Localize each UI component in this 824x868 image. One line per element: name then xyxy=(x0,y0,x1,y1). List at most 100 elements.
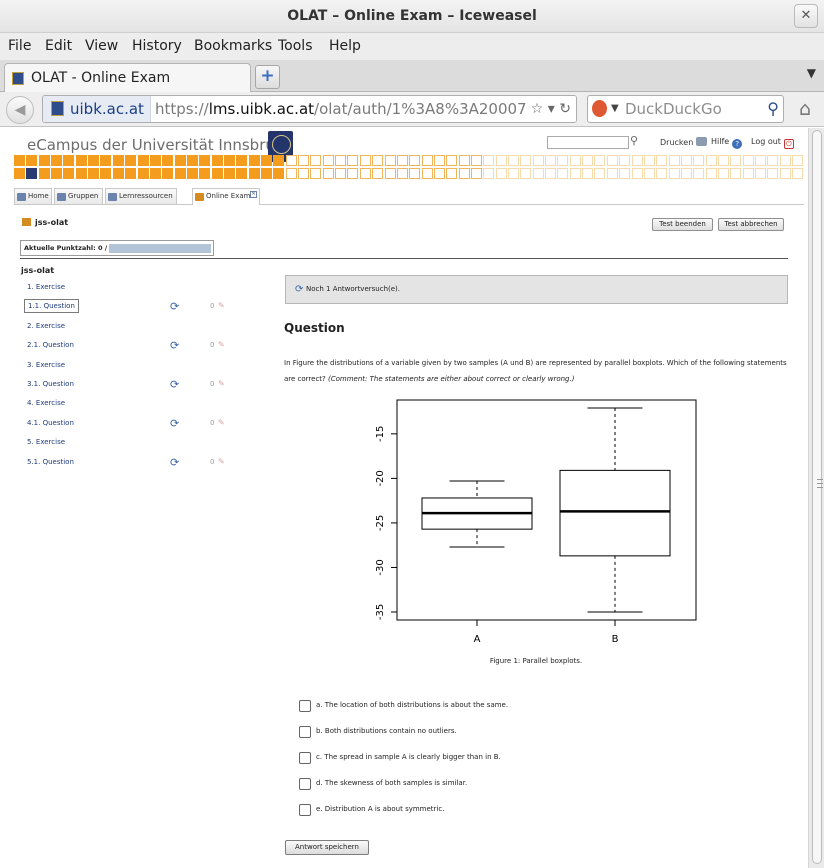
pattern-square xyxy=(656,155,668,166)
tab-lernressourcen[interactable]: Lernressourcen xyxy=(105,188,177,204)
pattern-square xyxy=(569,155,581,166)
tab-home[interactable]: Home xyxy=(14,188,52,204)
print-link[interactable]: Drucken xyxy=(660,137,708,147)
pattern-square xyxy=(594,155,606,166)
save-answer-button[interactable]: Antwort speichern xyxy=(285,840,369,855)
pattern-square xyxy=(223,168,235,179)
menu-question[interactable]: 2.1. Question xyxy=(27,341,74,349)
site-brand: eCampus der Universität Innsbruck xyxy=(27,136,292,154)
mark-icon[interactable]: ✎ xyxy=(218,457,225,466)
pattern-square xyxy=(335,155,347,166)
menu-file[interactable]: File xyxy=(8,38,31,54)
x-tick-label: B xyxy=(612,634,619,645)
reload-icon[interactable]: ↻ xyxy=(559,101,571,117)
site-identity-button[interactable]: uibk.ac.at xyxy=(43,96,151,122)
url-bar[interactable]: uibk.ac.at https://lms.uibk.ac.at/olat/au… xyxy=(42,95,577,123)
menu-question[interactable]: 5.1. Question xyxy=(27,458,74,466)
pattern-square xyxy=(359,155,371,166)
pattern-square xyxy=(520,168,532,179)
attempts-info-box: ⟳ Noch 1 Antwortversuch(e). xyxy=(285,275,788,304)
menu-exercise[interactable]: 3. Exercise xyxy=(27,361,65,369)
logout-link[interactable]: Log out ⏻ xyxy=(751,137,794,149)
attempts-text: Noch 1 Antwortversuch(e). xyxy=(306,285,400,293)
site-search-input[interactable] xyxy=(547,136,629,149)
search-icon[interactable]: ⚲ xyxy=(767,96,779,122)
pattern-square xyxy=(619,168,631,179)
answer-checkbox[interactable] xyxy=(299,804,311,816)
question-attempts-count: 0 xyxy=(210,418,215,427)
menu-exercise[interactable]: 2. Exercise xyxy=(27,322,65,330)
pattern-square xyxy=(186,155,198,166)
dropdown-arrow-icon[interactable]: ▾ xyxy=(548,101,555,117)
pattern-square xyxy=(545,155,557,166)
menu-help[interactable]: Help xyxy=(329,38,361,54)
pattern-square xyxy=(680,168,692,179)
new-tab-button[interactable]: + xyxy=(255,65,280,89)
answer-checkbox[interactable] xyxy=(299,700,311,712)
menu-bookmarks[interactable]: Bookmarks xyxy=(194,38,272,54)
back-button[interactable]: ◀ xyxy=(6,96,34,124)
pattern-square xyxy=(433,155,445,166)
mark-icon[interactable]: ✎ xyxy=(218,301,225,310)
navigation-bar: ◀ uibk.ac.at https://lms.uibk.ac.at/olat/… xyxy=(0,92,824,127)
pattern-square xyxy=(149,155,161,166)
menu-history[interactable]: History xyxy=(132,38,182,54)
end-test-button[interactable]: Test beenden xyxy=(652,218,713,231)
home-icon[interactable]: ⌂ xyxy=(793,97,817,121)
menu-exercise[interactable]: 4. Exercise xyxy=(27,399,65,407)
tab-online-exam[interactable]: Online Exam ✕ xyxy=(192,188,260,205)
site-tabs: Home Gruppen Lernressourcen Online Exam ✕ xyxy=(14,188,804,205)
scrollbar-thumb[interactable] xyxy=(812,130,823,864)
help-link[interactable]: Hilfe? xyxy=(711,137,743,149)
pattern-square xyxy=(384,155,396,166)
pattern-square xyxy=(310,155,322,166)
pattern-square xyxy=(285,155,297,166)
menu-tools[interactable]: Tools xyxy=(278,38,313,54)
answer-checkbox[interactable] xyxy=(299,778,311,790)
bookmark-star-icon[interactable]: ☆ xyxy=(531,101,544,117)
y-tick-label: -35 xyxy=(375,604,386,620)
menu-edit[interactable]: Edit xyxy=(45,38,72,54)
close-tab-icon[interactable]: ✕ xyxy=(250,191,257,198)
mark-icon[interactable]: ✎ xyxy=(218,418,225,427)
pattern-square xyxy=(705,168,717,179)
help-icon: ? xyxy=(732,139,743,149)
answer-checkbox[interactable] xyxy=(299,726,311,738)
search-bar[interactable]: ▼ DuckDuckGo ⚲ xyxy=(587,95,784,123)
tab-list-chevron-icon[interactable]: ▼ xyxy=(807,66,816,80)
pattern-square xyxy=(693,168,705,179)
pattern-square xyxy=(236,168,248,179)
menu-exercise[interactable]: 1. Exercise xyxy=(27,283,65,291)
menu-exercise[interactable]: 5. Exercise xyxy=(27,438,65,446)
menu-question[interactable]: 4.1. Question xyxy=(27,419,74,427)
browser-tab[interactable]: OLAT - Online Exam xyxy=(4,63,251,92)
pattern-square xyxy=(211,155,223,166)
duckduckgo-engine-icon[interactable] xyxy=(592,100,607,117)
question-text: In Figure the distributions of a variabl… xyxy=(284,355,788,387)
menu-question[interactable]: 1.1. Question xyxy=(24,299,79,314)
page-scrollbar[interactable] xyxy=(808,128,824,868)
pattern-square xyxy=(680,155,692,166)
pattern-square xyxy=(273,155,285,166)
tab-gruppen[interactable]: Gruppen xyxy=(54,188,103,204)
refresh-icon: ⟳ xyxy=(170,339,180,353)
window-close-button[interactable]: ✕ xyxy=(794,4,818,28)
answer-checkbox[interactable] xyxy=(299,752,311,764)
pattern-square xyxy=(199,155,211,166)
pattern-square xyxy=(248,155,260,166)
pattern-square xyxy=(149,168,161,179)
y-tick-label: -25 xyxy=(375,515,386,531)
cancel-test-button[interactable]: Test abbrechen xyxy=(718,218,784,231)
search-icon[interactable]: ⚲ xyxy=(630,134,638,147)
pattern-square xyxy=(717,168,729,179)
mark-icon[interactable]: ✎ xyxy=(218,379,225,388)
menu-question[interactable]: 3.1. Question xyxy=(27,380,74,388)
engine-dropdown-icon[interactable]: ▼ xyxy=(611,96,619,122)
pattern-square xyxy=(458,155,470,166)
pattern-square xyxy=(248,168,260,179)
pattern-square xyxy=(236,155,248,166)
mark-icon[interactable]: ✎ xyxy=(218,340,225,349)
menu-view[interactable]: View xyxy=(85,38,118,54)
pattern-square xyxy=(125,155,137,166)
question-attempts-count: 0 xyxy=(210,457,215,466)
